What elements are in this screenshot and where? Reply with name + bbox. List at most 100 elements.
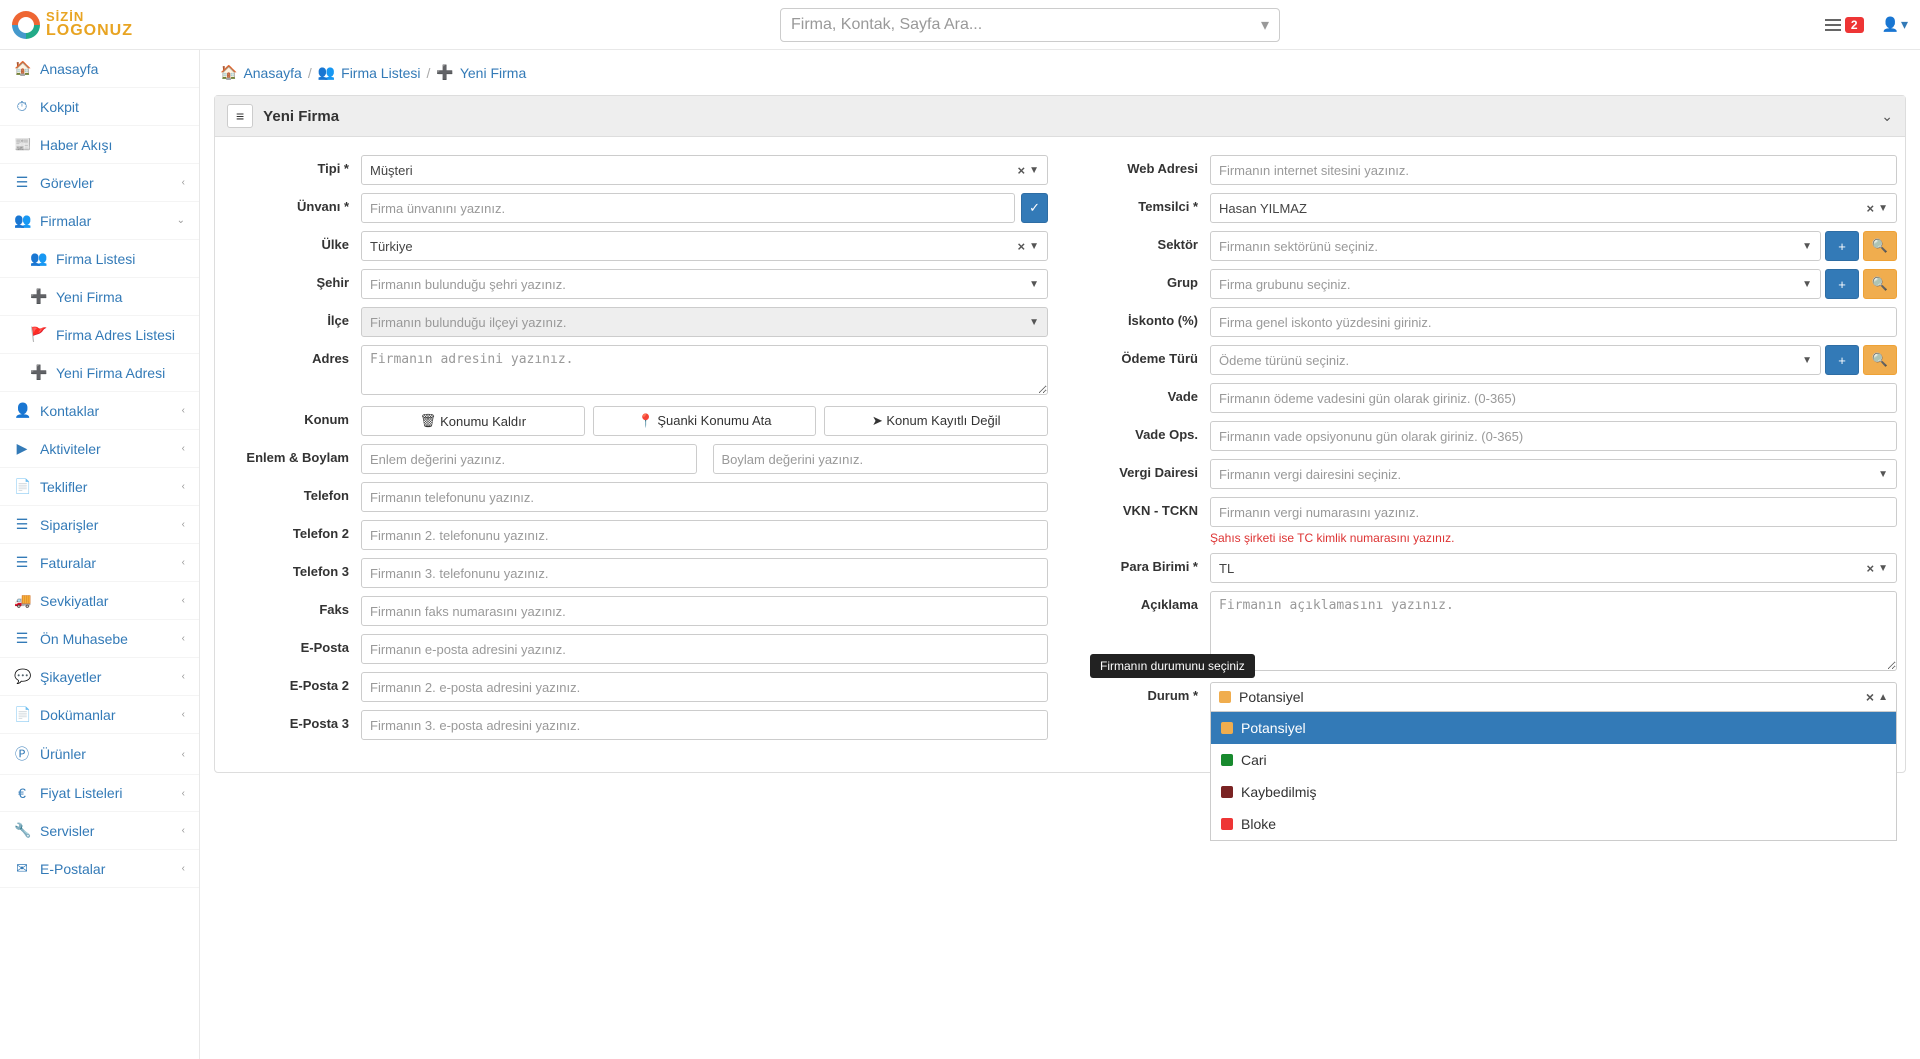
- label-eposta3: E-Posta 3: [223, 710, 361, 731]
- search-icon: 🔍: [1872, 276, 1888, 292]
- breadcrumb-list[interactable]: Firma Listesi: [341, 65, 420, 81]
- sehir-select[interactable]: Firmanın bulunduğu şehri yazınız. ▼: [361, 269, 1048, 299]
- odeme-search-button[interactable]: 🔍: [1863, 345, 1897, 375]
- sidebar-item[interactable]: ✉E-Postalar‹: [0, 850, 199, 888]
- sidebar-item[interactable]: 🚩Firma Adres Listesi: [0, 316, 199, 354]
- sidebar-item[interactable]: 🔧Servisler‹: [0, 812, 199, 850]
- telefon-input[interactable]: [361, 482, 1048, 512]
- sidebar-item[interactable]: ⓅÜrünler‹: [0, 734, 199, 775]
- eposta-input[interactable]: [361, 634, 1048, 664]
- plus-icon: ➕: [436, 64, 453, 81]
- flag-icon: 🚩: [30, 326, 46, 343]
- telefon2-input[interactable]: [361, 520, 1048, 550]
- panel-collapse-button[interactable]: ⌄: [1881, 108, 1893, 125]
- clear-icon[interactable]: ×: [1018, 163, 1026, 178]
- durum-option[interactable]: Potansiyel: [1211, 712, 1896, 744]
- vade-input[interactable]: [1210, 383, 1897, 413]
- web-input[interactable]: [1210, 155, 1897, 185]
- users-icon: 👥: [30, 250, 46, 267]
- sidebar-item-label: Kontaklar: [40, 403, 99, 419]
- sidebar: 🏠Anasayfa⏱Kokpit📰Haber Akışı☰Görevler‹👥F…: [0, 50, 200, 1059]
- clear-icon[interactable]: ×: [1867, 561, 1875, 576]
- para-select[interactable]: TL × ▼: [1210, 553, 1897, 583]
- enlem-input[interactable]: [361, 444, 697, 474]
- durum-option[interactable]: Kaybedilmiş: [1211, 776, 1896, 808]
- sidebar-item[interactable]: 👥Firmalar⌄: [0, 202, 199, 240]
- caret-down-icon: ▾: [1901, 16, 1908, 33]
- clear-icon[interactable]: ×: [1866, 689, 1874, 705]
- vergidaire-select[interactable]: Firmanın vergi dairesini seçiniz. ▼: [1210, 459, 1897, 489]
- sidebar-item[interactable]: ☰Görevler‹: [0, 164, 199, 202]
- sektor-add-button[interactable]: +: [1825, 231, 1859, 261]
- sidebar-item[interactable]: €Fiyat Listeleri‹: [0, 775, 199, 812]
- grup-select[interactable]: Firma grubunu seçiniz. ▼: [1210, 269, 1821, 299]
- status-swatch-icon: [1221, 754, 1233, 766]
- global-search[interactable]: Firma, Kontak, Sayfa Ara... ▾: [780, 8, 1280, 42]
- grup-search-button[interactable]: 🔍: [1863, 269, 1897, 299]
- konum-kayitli-button[interactable]: ➤ Konum Kayıtlı Değil: [824, 406, 1048, 436]
- sidebar-item[interactable]: ☰Siparişler‹: [0, 506, 199, 544]
- breadcrumb-new[interactable]: Yeni Firma: [460, 65, 526, 81]
- vadeops-input[interactable]: [1210, 421, 1897, 451]
- sidebar-item-label: Görevler: [40, 175, 94, 191]
- user-menu[interactable]: 👤 ▾: [1882, 16, 1908, 33]
- plus-icon: +: [1838, 239, 1846, 254]
- label-eposta: E-Posta: [223, 634, 361, 655]
- sidebar-item[interactable]: 🚚Sevkiyatlar‹: [0, 582, 199, 620]
- plus-icon: ➕: [30, 364, 46, 381]
- sidebar-item[interactable]: ➕Yeni Firma Adresi: [0, 354, 199, 392]
- sidebar-item-label: Sevkiyatlar: [40, 593, 108, 609]
- sidebar-item[interactable]: 🏠Anasayfa: [0, 50, 199, 88]
- logo[interactable]: SİZİN LOGONUZ: [12, 10, 200, 39]
- tipi-select[interactable]: Müşteri × ▼: [361, 155, 1048, 185]
- sidebar-item[interactable]: 📄Teklifler‹: [0, 468, 199, 506]
- eposta2-input[interactable]: [361, 672, 1048, 702]
- sidebar-item[interactable]: 📄Dokümanlar‹: [0, 696, 199, 734]
- sidebar-item[interactable]: ☰Ön Muhasebe‹: [0, 620, 199, 658]
- sidebar-item[interactable]: 💬Şikayetler‹: [0, 658, 199, 696]
- aciklama-textarea[interactable]: [1210, 591, 1897, 671]
- unvani-input[interactable]: [361, 193, 1015, 223]
- panel-menu-button[interactable]: ≡: [227, 104, 253, 128]
- temsilci-select[interactable]: Hasan YILMAZ × ▼: [1210, 193, 1897, 223]
- sektor-search-button[interactable]: 🔍: [1863, 231, 1897, 261]
- sidebar-item-label: Yeni Firma: [56, 289, 122, 305]
- ulke-select[interactable]: Türkiye × ▼: [361, 231, 1048, 261]
- suanki-konumu-button[interactable]: 📍 Şuanki Konumu Ata: [593, 406, 817, 436]
- search-placeholder: Firma, Kontak, Sayfa Ara...: [791, 16, 982, 34]
- sidebar-item[interactable]: ☰Faturalar‹: [0, 544, 199, 582]
- sidebar-item[interactable]: ⏱Kokpit: [0, 88, 199, 126]
- sidebar-item[interactable]: 👥Firma Listesi: [0, 240, 199, 278]
- telefon3-input[interactable]: [361, 558, 1048, 588]
- faks-input[interactable]: [361, 596, 1048, 626]
- odeme-add-button[interactable]: +: [1825, 345, 1859, 375]
- sidebar-item[interactable]: ▶Aktiviteler‹: [0, 430, 199, 468]
- caret-down-icon: ▼: [1878, 563, 1888, 574]
- sektor-select[interactable]: Firmanın sektörünü seçiniz. ▼: [1210, 231, 1821, 261]
- sidebar-item[interactable]: ➕Yeni Firma: [0, 278, 199, 316]
- main-content: 🏠 Anasayfa / 👥 Firma Listesi / ➕ Yeni Fi…: [200, 50, 1920, 1059]
- durum-option[interactable]: Bloke: [1211, 808, 1896, 840]
- odeme-select[interactable]: Ödeme türünü seçiniz. ▼: [1210, 345, 1821, 375]
- option-label: Potansiyel: [1241, 720, 1306, 736]
- notifications[interactable]: 2: [1825, 17, 1864, 33]
- konumu-kaldir-button[interactable]: 🗑 Konumu Kaldır: [361, 406, 585, 436]
- chevron-icon: ‹: [182, 633, 185, 644]
- caret-down-icon: ▼: [1802, 241, 1812, 252]
- clear-icon[interactable]: ×: [1867, 201, 1875, 216]
- adres-textarea[interactable]: [361, 345, 1048, 395]
- plus-icon: +: [1838, 353, 1846, 368]
- unvani-check-button[interactable]: ✓: [1021, 193, 1048, 223]
- eposta3-input[interactable]: [361, 710, 1048, 740]
- clear-icon[interactable]: ×: [1018, 239, 1026, 254]
- chevron-icon: ‹: [182, 671, 185, 682]
- boylam-input[interactable]: [713, 444, 1049, 474]
- iskonto-input[interactable]: [1210, 307, 1897, 337]
- breadcrumb-home[interactable]: Anasayfa: [243, 65, 301, 81]
- vkn-input[interactable]: [1210, 497, 1897, 527]
- sidebar-item[interactable]: 📰Haber Akışı: [0, 126, 199, 164]
- sidebar-item[interactable]: 👤Kontaklar‹: [0, 392, 199, 430]
- durum-option[interactable]: Cari: [1211, 744, 1896, 776]
- durum-select[interactable]: Potansiyel × ▲: [1210, 682, 1897, 712]
- grup-add-button[interactable]: +: [1825, 269, 1859, 299]
